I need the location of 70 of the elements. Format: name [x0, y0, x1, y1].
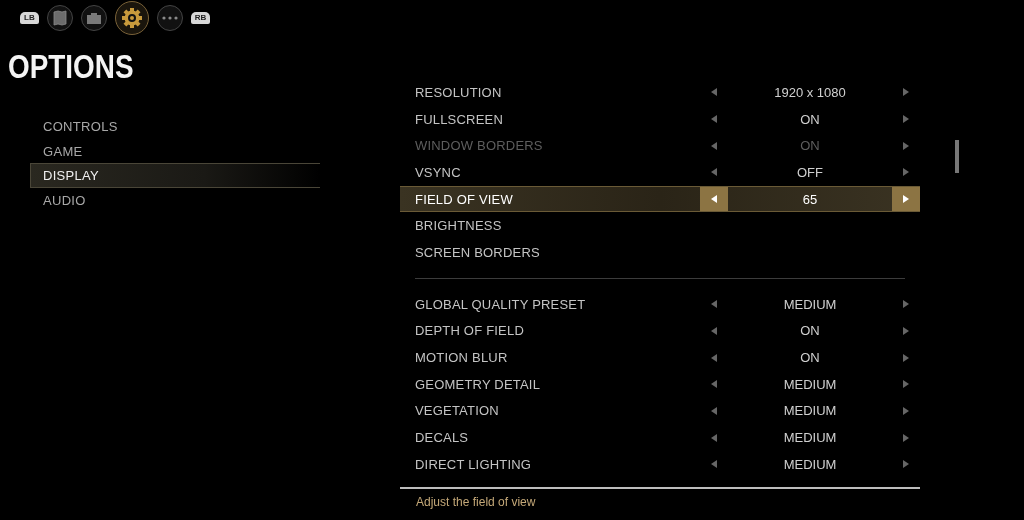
- selected-row-highlight[interactable]: FIELD OF VIEW 65: [400, 185, 920, 213]
- setting-label: DEPTH OF FIELD: [414, 323, 525, 339]
- left-triangle-icon: [711, 460, 717, 469]
- more-icon: [161, 16, 178, 20]
- setting-label: GLOBAL QUALITY PRESET: [414, 296, 587, 312]
- setting-label: SCREEN BORDERS: [414, 244, 541, 260]
- map-tab[interactable]: [46, 5, 73, 31]
- setting-value: MEDIUM: [782, 456, 838, 472]
- setting-value: 1920 x 1080: [773, 84, 847, 100]
- right-triangle-icon: [903, 195, 909, 204]
- right-triangle-icon: [903, 380, 909, 389]
- right-triangle-icon: [903, 141, 909, 150]
- lb-button[interactable]: LB: [20, 12, 39, 24]
- right-triangle-icon: [903, 433, 909, 442]
- setting-label: RESOLUTION: [414, 84, 503, 100]
- setting-label: DIRECT LIGHTING: [414, 456, 533, 472]
- setting-value: OFF: [796, 164, 824, 180]
- setting-value: MEDIUM: [782, 403, 838, 419]
- right-triangle-icon: [903, 88, 909, 97]
- setting-value: ON: [799, 350, 821, 366]
- map-icon: [52, 10, 67, 26]
- left-triangle-icon: [711, 353, 717, 362]
- setting-value: ON: [799, 111, 821, 127]
- sidebar-item[interactable]: AUDIO: [30, 187, 320, 212]
- setting-label: FIELD OF VIEW: [414, 191, 514, 207]
- more-tab[interactable]: [156, 5, 183, 31]
- setting-value: MEDIUM: [782, 430, 838, 446]
- left-triangle-icon: [711, 326, 717, 335]
- left-triangle-icon: [711, 168, 717, 177]
- rb-button[interactable]: RB: [190, 12, 211, 24]
- left-triangle-icon: [711, 406, 717, 415]
- right-triangle-icon: [903, 326, 909, 335]
- briefcase-icon: [85, 11, 102, 25]
- setting-label: VEGETATION: [414, 403, 500, 419]
- setting-label: WINDOW BORDERS: [414, 138, 544, 154]
- left-triangle-icon: [711, 380, 717, 389]
- setting-value: 65: [801, 191, 819, 207]
- left-triangle-icon: [711, 195, 717, 204]
- right-triangle-icon: [903, 300, 909, 309]
- hint-text: Adjust the field of view: [415, 493, 537, 509]
- left-triangle-icon: [711, 141, 717, 150]
- setting-value: MEDIUM: [782, 376, 838, 392]
- setting-value: ON: [799, 138, 821, 154]
- setting-value: MEDIUM: [782, 296, 838, 312]
- setting-label: FULLSCREEN: [414, 111, 504, 127]
- next-button[interactable]: [892, 186, 920, 212]
- gear-icon: [120, 7, 143, 29]
- gear-tab[interactable]: [114, 1, 149, 35]
- sidebar-item[interactable]: DISPLAY: [30, 163, 320, 188]
- left-triangle-icon: [711, 88, 717, 97]
- left-triangle-icon: [711, 300, 717, 309]
- sidebar-item[interactable]: GAME: [30, 138, 320, 163]
- scrollbar-thumb[interactable]: [955, 140, 959, 173]
- right-triangle-icon: [903, 168, 909, 177]
- left-triangle-icon: [711, 433, 717, 442]
- briefcase-tab[interactable]: [80, 5, 107, 31]
- right-triangle-icon: [903, 460, 909, 469]
- left-triangle-icon: [711, 115, 717, 124]
- previous-button[interactable]: [700, 186, 728, 212]
- setting-label: GEOMETRY DETAIL: [414, 376, 542, 392]
- page-title: OPTIONS: [8, 48, 135, 84]
- right-triangle-icon: [903, 406, 909, 415]
- setting-value: ON: [799, 323, 821, 339]
- setting-label: MOTION BLUR: [414, 350, 509, 366]
- sidebar-item[interactable]: CONTROLS: [30, 114, 320, 139]
- setting-label: DECALS: [414, 430, 470, 446]
- right-triangle-icon: [903, 115, 909, 124]
- setting-label: VSYNC: [414, 164, 462, 180]
- setting-label: BRIGHTNESS: [414, 218, 503, 234]
- right-triangle-icon: [903, 353, 909, 362]
